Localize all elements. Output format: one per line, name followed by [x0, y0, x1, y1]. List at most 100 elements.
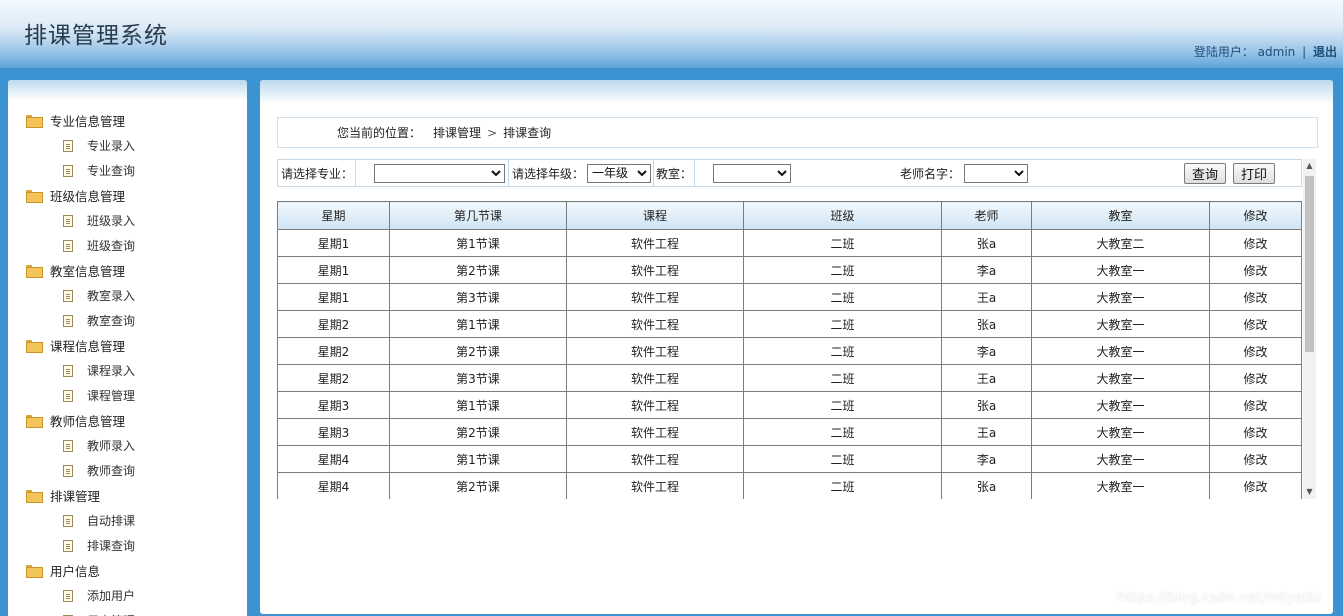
sidebar-item[interactable]: 教师录入 — [8, 433, 247, 458]
cell-class: 二班 — [743, 418, 942, 446]
sidebar-group-label: 课程信息管理 — [50, 339, 126, 354]
edit-link[interactable]: 修改 — [1209, 445, 1302, 473]
scrollbar-thumb[interactable] — [1305, 176, 1314, 352]
table-row: 星期2 第1节课 软件工程 二班 张a 大教室一 修改 — [277, 310, 1302, 338]
cell-weekday: 星期1 — [277, 283, 390, 311]
table-row: 星期4 第2节课 软件工程 二班 张a 大教室一 修改 — [277, 472, 1302, 499]
table-row: 星期1 第2节课 软件工程 二班 李a 大教室一 修改 — [277, 256, 1302, 284]
sidebar-item-label: 课程录入 — [87, 364, 136, 378]
filter-divider — [355, 160, 356, 186]
sidebar-item[interactable]: 班级录入 — [8, 208, 247, 233]
sidebar-group[interactable]: 教师信息管理 — [8, 408, 247, 433]
breadcrumb-item-schedule-query: 排课查询 — [503, 126, 552, 140]
edit-link[interactable]: 修改 — [1209, 337, 1302, 365]
user-bar: 登陆用户： admin | 退出 — [1194, 43, 1337, 60]
sidebar-item[interactable]: 教室录入 — [8, 283, 247, 308]
document-icon — [63, 439, 73, 452]
cell-course: 软件工程 — [566, 391, 744, 419]
main-header-strip — [260, 80, 1333, 104]
major-select[interactable] — [374, 163, 505, 183]
query-button[interactable]: 查询 — [1184, 163, 1226, 184]
cell-weekday: 星期4 — [277, 472, 390, 499]
teacher-select[interactable] — [964, 163, 1028, 183]
grade-select[interactable]: 一年级 — [587, 163, 651, 183]
edit-link[interactable]: 修改 — [1209, 310, 1302, 338]
cell-classroom: 大教室一 — [1031, 256, 1210, 284]
cell-period: 第1节课 — [389, 310, 567, 338]
table-row: 星期1 第1节课 软件工程 二班 张a 大教室二 修改 — [277, 229, 1302, 257]
sidebar-item-label: 添加用户 — [87, 589, 136, 603]
cell-class: 二班 — [743, 472, 942, 499]
filter-divider — [508, 160, 509, 186]
cell-class: 二班 — [743, 391, 942, 419]
schedule-table-container: 星期 第几节课 课程 班级 老师 教室 修改 星期1 第1节课 软件工程 二班 张a 大教… — [277, 201, 1302, 499]
sidebar-item[interactable]: 课程管理 — [8, 383, 247, 408]
cell-classroom: 大教室一 — [1031, 418, 1210, 446]
major-filter-cell — [374, 160, 505, 186]
sidebar-item[interactable]: 教师查询 — [8, 458, 247, 483]
sidebar-item[interactable]: 专业查询 — [8, 158, 247, 183]
scroll-down-icon[interactable]: ▼ — [1303, 485, 1316, 499]
breadcrumb: 您当前的位置： 排课管理 > 排课查询 — [277, 117, 1318, 148]
edit-link[interactable]: 修改 — [1209, 283, 1302, 311]
cell-class: 二班 — [743, 310, 942, 338]
sidebar-item[interactable]: 排课查询 — [8, 533, 247, 558]
sidebar-group[interactable]: 教室信息管理 — [8, 258, 247, 283]
document-icon — [63, 364, 73, 377]
room-select[interactable] — [713, 163, 791, 183]
schedule-table: 星期 第几节课 课程 班级 老师 教室 修改 星期1 第1节课 软件工程 二班 张a 大教… — [277, 201, 1302, 499]
cell-weekday: 星期3 — [277, 418, 390, 446]
document-icon — [63, 539, 73, 552]
sidebar-menu: 专业信息管理专业录入 专业查询 班级信息管理 班级录入 班级查询 教室信息管理 教室录入 教室… — [8, 108, 247, 616]
folder-open-icon — [26, 415, 43, 428]
sidebar-group[interactable]: 班级信息管理 — [8, 183, 247, 208]
sidebar-item[interactable]: 用户管理 — [8, 608, 247, 616]
cell-weekday: 星期1 — [277, 229, 390, 257]
sidebar-group[interactable]: 课程信息管理 — [8, 333, 247, 358]
sidebar-item[interactable]: 班级查询 — [8, 233, 247, 258]
edit-link[interactable]: 修改 — [1209, 472, 1302, 499]
grade-filter-label: 请选择年级： — [512, 166, 585, 181]
grade-filter-cell: 一年级 — [587, 160, 651, 186]
edit-link[interactable]: 修改 — [1209, 256, 1302, 284]
folder-open-icon — [26, 115, 43, 128]
sidebar-item[interactable]: 自动排课 — [8, 508, 247, 533]
table-scrollbar[interactable]: ▲ ▼ — [1303, 159, 1316, 499]
edit-link[interactable]: 修改 — [1209, 418, 1302, 446]
scroll-up-icon[interactable]: ▲ — [1303, 159, 1316, 173]
sidebar-item[interactable]: 教室查询 — [8, 308, 247, 333]
cell-teacher: 王a — [941, 364, 1032, 392]
sidebar-group[interactable]: 用户信息 — [8, 558, 247, 583]
sidebar-group[interactable]: 专业信息管理 — [8, 108, 247, 133]
print-button[interactable]: 打印 — [1233, 163, 1275, 184]
cell-teacher: 张a — [941, 229, 1032, 257]
table-row: 星期2 第3节课 软件工程 二班 王a 大教室一 修改 — [277, 364, 1302, 392]
column-header-weekday: 星期 — [277, 201, 390, 230]
table-header-row: 星期 第几节课 课程 班级 老师 教室 修改 — [277, 201, 1302, 230]
cell-classroom: 大教室一 — [1031, 283, 1210, 311]
sidebar-item[interactable]: 课程录入 — [8, 358, 247, 383]
teacher-filter-label: 老师名字： — [900, 166, 961, 181]
logout-link[interactable]: 退出 — [1313, 45, 1337, 59]
cell-class: 二班 — [743, 229, 942, 257]
edit-link[interactable]: 修改 — [1209, 364, 1302, 392]
cell-classroom: 大教室一 — [1031, 445, 1210, 473]
cell-teacher: 王a — [941, 283, 1032, 311]
folder-open-icon — [26, 490, 43, 503]
cell-classroom: 大教室一 — [1031, 472, 1210, 499]
column-header-course: 课程 — [566, 201, 744, 230]
sidebar-group-label: 专业信息管理 — [50, 114, 126, 129]
sidebar-group[interactable]: 排课管理 — [8, 483, 247, 508]
filter-divider — [694, 160, 695, 186]
breadcrumb-label: 您当前的位置： — [337, 126, 422, 140]
edit-link[interactable]: 修改 — [1209, 229, 1302, 257]
cell-class: 二班 — [743, 364, 942, 392]
sidebar-item[interactable]: 专业录入 — [8, 133, 247, 158]
user-label: 登陆用户： — [1193, 45, 1254, 59]
sidebar-item[interactable]: 添加用户 — [8, 583, 247, 608]
edit-link[interactable]: 修改 — [1209, 391, 1302, 419]
document-icon — [63, 289, 73, 302]
table-row: 星期2 第2节课 软件工程 二班 李a 大教室一 修改 — [277, 337, 1302, 365]
breadcrumb-item-schedule-management[interactable]: 排课管理 — [433, 124, 481, 141]
watermark: https://blog.csdn.net/mtyedu — [1117, 590, 1321, 606]
